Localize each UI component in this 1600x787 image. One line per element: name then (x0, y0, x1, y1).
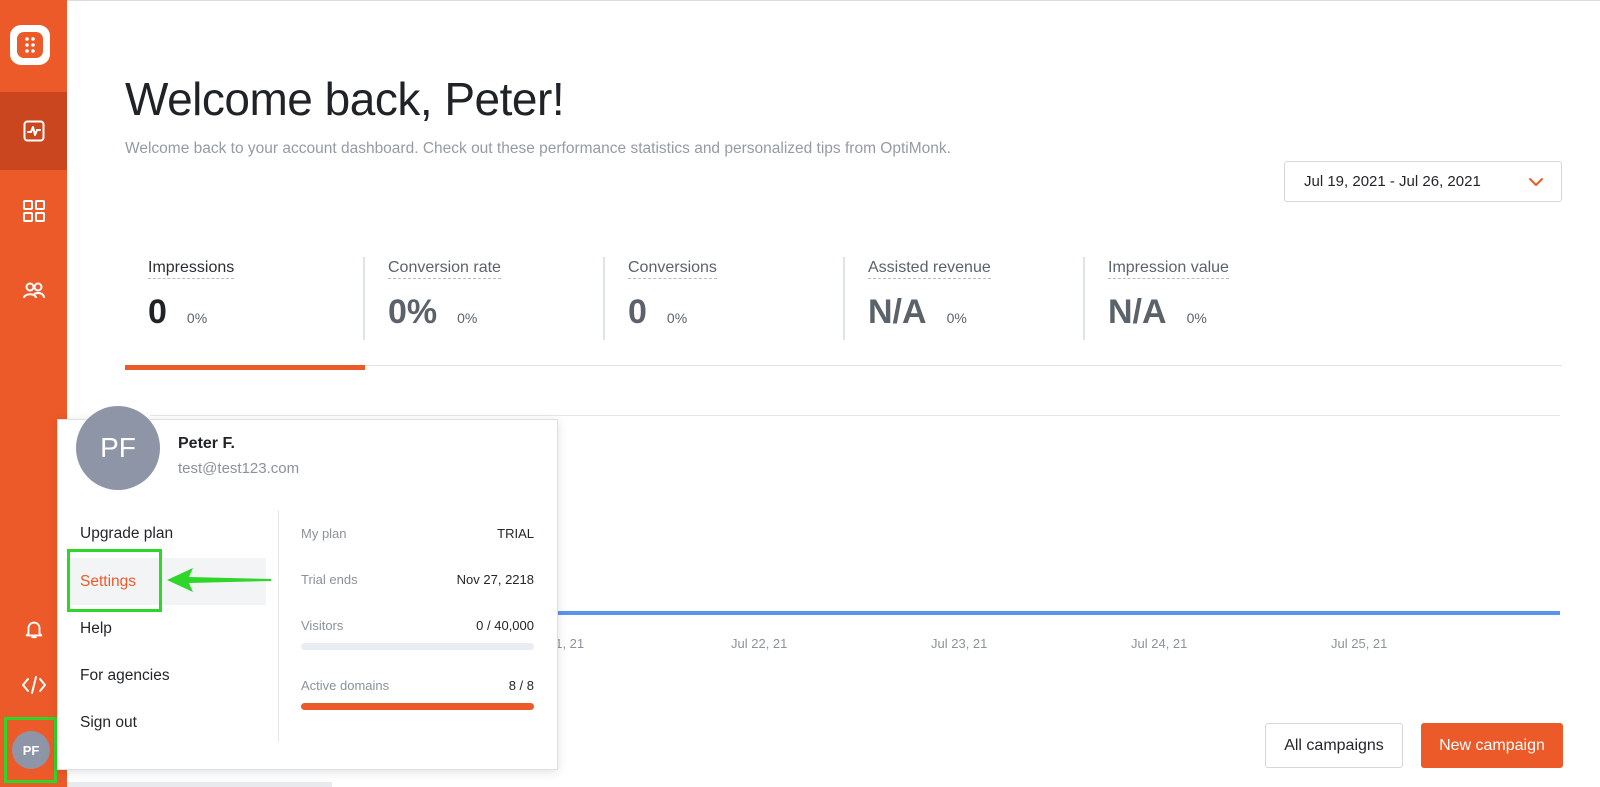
stat-conversion-rate[interactable]: Conversion rate 0% 0% (388, 259, 501, 339)
code-icon (21, 676, 46, 694)
stat-assisted-revenue[interactable]: Assisted revenue N/A 0% (868, 259, 991, 339)
stat-label: Conversions (628, 259, 717, 279)
stat-change: 0% (457, 310, 478, 326)
chevron-down-icon (1529, 178, 1543, 186)
active-domains-value: 8 / 8 (508, 678, 534, 693)
page-title: Welcome back, Peter! (125, 73, 565, 125)
stat-divider (603, 257, 605, 340)
x-tick-label: Jul 22, 21 (731, 636, 788, 651)
profile-avatar: PF (76, 406, 160, 490)
stat-change: 0% (666, 310, 688, 326)
visitors-value: 0 / 40,000 (476, 618, 534, 633)
stat-value: N/A (868, 293, 927, 331)
x-tick-label: Jul 25, 21 (1331, 636, 1388, 651)
x-tick-label: Jul 23, 21 (931, 636, 988, 651)
x-tick-label: Jul 24, 21 (1131, 636, 1188, 651)
stat-divider (843, 257, 845, 340)
date-range-select[interactable]: Jul 19, 2021 - Jul 26, 2021 (1284, 161, 1562, 202)
stat-label: Impressions (148, 259, 235, 279)
menu-item-sign-out[interactable]: Sign out (80, 714, 137, 732)
new-campaign-button[interactable]: New campaign (1421, 723, 1563, 768)
stat-divider (363, 257, 365, 340)
stat-label: Assisted revenue (868, 259, 991, 279)
plan-label: My plan (301, 526, 347, 541)
arrow-left-icon (167, 568, 271, 592)
stat-impressions[interactable]: Impressions 0 0% (148, 259, 235, 339)
stat-change: 0% (946, 310, 967, 326)
activity-icon (23, 120, 44, 142)
trial-ends-label: Trial ends (301, 572, 358, 587)
active-domains-label: Active domains (301, 678, 390, 693)
settings-highlight-box (67, 549, 162, 612)
avatar[interactable]: PF (12, 731, 50, 769)
menu-item-upgrade-plan[interactable]: Upgrade plan (80, 525, 173, 543)
stat-label: Impression value (1108, 259, 1229, 279)
top-border (67, 0, 1600, 1)
trial-ends-value: Nov 27, 2218 (456, 572, 534, 587)
stat-value: 0 (148, 293, 167, 331)
chart-series-line (555, 611, 1560, 615)
bell-icon (25, 621, 42, 639)
menu-divider (278, 510, 279, 742)
stat-impression-value[interactable]: Impression value N/A 0% (1108, 259, 1229, 339)
stat-change: 0% (1186, 310, 1207, 326)
stat-value: 0 (628, 293, 647, 331)
bottom-scroll-bar (67, 782, 332, 787)
stat-value: N/A (1108, 293, 1167, 331)
page-subtitle: Welcome back to your account dashboard. … (125, 140, 951, 157)
sidebar-item-campaigns[interactable] (0, 172, 67, 250)
stat-divider (1083, 257, 1085, 340)
stat-value: 0% (388, 293, 438, 331)
chart-gridline (150, 415, 1560, 416)
visitors-progress-bar (301, 643, 534, 650)
stat-change: 0% (186, 310, 208, 326)
sidebar-item-dashboard[interactable] (0, 92, 67, 170)
profile-name: Peter F. (178, 435, 235, 452)
all-campaigns-button[interactable]: All campaigns (1265, 723, 1403, 768)
active-tab-indicator (125, 365, 365, 370)
logo-icon[interactable] (10, 25, 50, 65)
profile-email: test@test123.com (178, 460, 300, 477)
stat-label: Conversion rate (388, 259, 501, 279)
menu-item-for-agencies[interactable]: For agencies (80, 667, 170, 685)
sidebar-item-subscribers[interactable] (0, 252, 67, 330)
active-domains-progress-bar (301, 703, 534, 710)
active-domains-progress-fill (301, 703, 534, 710)
grid-icon (22, 200, 45, 222)
visitors-label: Visitors (301, 618, 344, 633)
menu-item-help[interactable]: Help (80, 620, 112, 638)
users-icon (22, 282, 45, 299)
date-range-value: Jul 19, 2021 - Jul 26, 2021 (1304, 173, 1481, 190)
plan-value: TRIAL (497, 526, 534, 541)
stat-conversions[interactable]: Conversions 0 0% (628, 259, 717, 339)
